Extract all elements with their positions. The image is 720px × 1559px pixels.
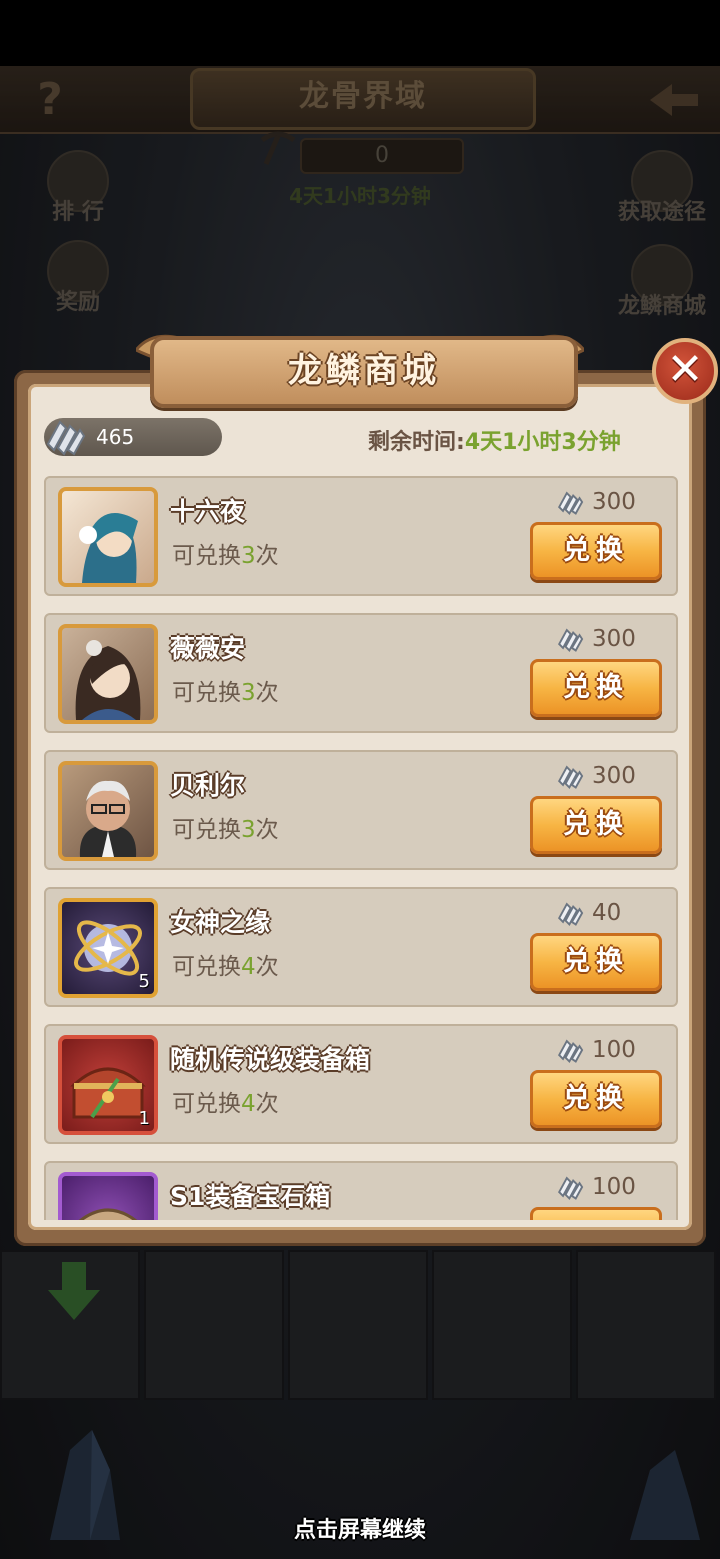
dragon-scale-icon — [558, 765, 584, 790]
shop-item: 5 女神之缘 可兑换4次 40 兑换 — [44, 887, 678, 1007]
dragon-scale-icon — [558, 491, 584, 516]
item-price: 100 — [554, 1034, 664, 1066]
treasure-chest-icon: 1 — [58, 1035, 158, 1135]
item-quantity: 1 — [138, 1108, 150, 1129]
item-name: 薇薇安 — [170, 634, 246, 663]
currency-value: 465 — [96, 425, 135, 449]
item-name: 随机传说级装备箱 — [170, 1045, 371, 1074]
character-portrait-icon — [58, 624, 158, 724]
exchange-limit: 可兑换3次 — [172, 817, 279, 843]
dragon-scale-icon — [558, 628, 584, 653]
character-portrait-icon — [58, 761, 158, 861]
gem-chest-icon — [58, 1172, 158, 1220]
exchange-button[interactable] — [530, 1207, 662, 1220]
exchange-limit: 可兑换4次 — [172, 1091, 279, 1117]
item-price: 40 — [554, 897, 664, 929]
exchange-button[interactable]: 兑换 — [530, 933, 662, 991]
item-name: S1装备宝石箱 — [170, 1182, 331, 1211]
item-price: 300 — [554, 623, 664, 655]
shop-item: 1 随机传说级装备箱 可兑换4次 100 兑换 — [44, 1024, 678, 1144]
currency-balance: 465 — [44, 418, 222, 456]
item-name: 贝利尔 — [170, 771, 246, 800]
exchange-button[interactable]: 兑换 — [530, 796, 662, 854]
remaining-time: 剩余时间:4天1小时3分钟 — [368, 430, 621, 455]
goddess-orb-icon: 5 — [58, 898, 158, 998]
item-quantity: 5 — [138, 971, 150, 992]
dragon-scale-icon — [558, 1039, 584, 1064]
shop-item: S1装备宝石箱 100 — [44, 1161, 678, 1220]
item-price: 300 — [554, 760, 664, 792]
item-name: 女神之缘 — [170, 908, 271, 937]
character-portrait-icon — [58, 487, 158, 587]
exchange-limit: 可兑换3次 — [172, 680, 279, 706]
dragon-scale-icon — [558, 902, 584, 927]
item-price: 100 — [554, 1171, 664, 1203]
exchange-button[interactable]: 兑换 — [530, 659, 662, 717]
exchange-limit: 可兑换4次 — [172, 954, 279, 980]
tap-to-continue-hint: 点击屏幕继续 — [293, 1518, 426, 1543]
dragon-scale-icon — [558, 1176, 584, 1201]
shop-item-list[interactable]: 十六夜 可兑换3次 300 兑换 薇薇安 可兑换3次 300 兑换 贝利尔 可兑… — [44, 476, 678, 1220]
shop-item: 贝利尔 可兑换3次 300 兑换 — [44, 750, 678, 870]
exchange-button[interactable]: 兑换 — [530, 522, 662, 580]
shop-item: 薇薇安 可兑换3次 300 兑换 — [44, 613, 678, 733]
modal-title: 龙鳞商城 — [150, 336, 578, 408]
shop-item: 十六夜 可兑换3次 300 兑换 — [44, 476, 678, 596]
exchange-limit: 可兑换3次 — [172, 543, 279, 569]
dragon-scale-icon — [46, 420, 86, 456]
item-price: 300 — [554, 486, 664, 518]
item-name: 十六夜 — [170, 497, 246, 526]
close-button[interactable]: ✕ — [652, 338, 718, 404]
exchange-button[interactable]: 兑换 — [530, 1070, 662, 1128]
